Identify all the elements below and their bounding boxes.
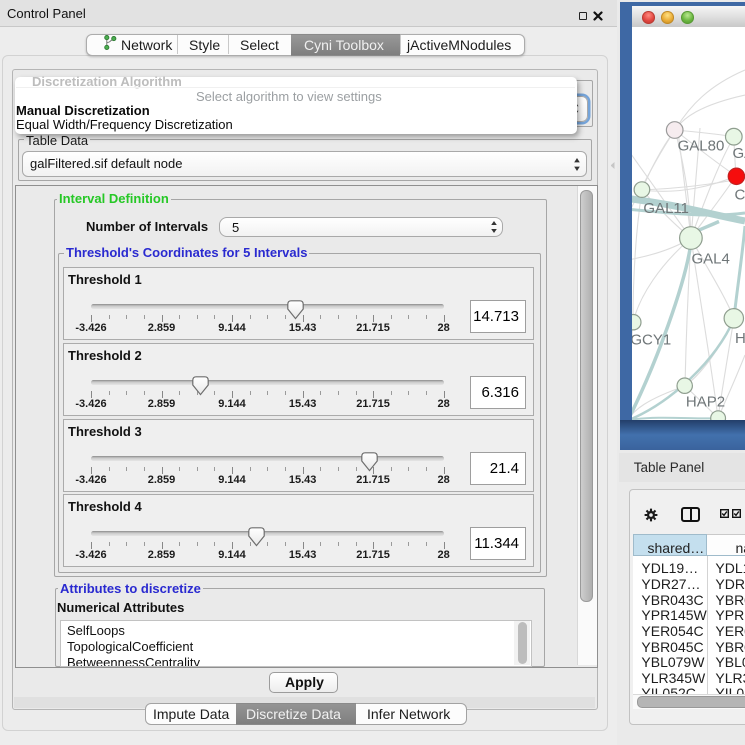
svg-text:GAL11: GAL11 bbox=[643, 200, 689, 217]
svg-text:GAL80: GAL80 bbox=[678, 138, 725, 155]
svg-text:HAP2: HAP2 bbox=[686, 393, 725, 410]
svg-text:GCY1: GCY1 bbox=[632, 331, 671, 348]
svg-text:C: C bbox=[735, 187, 745, 204]
svg-text:GAL4: GAL4 bbox=[692, 251, 730, 268]
svg-text:GA: GA bbox=[733, 145, 745, 162]
svg-text:H: H bbox=[735, 330, 745, 347]
